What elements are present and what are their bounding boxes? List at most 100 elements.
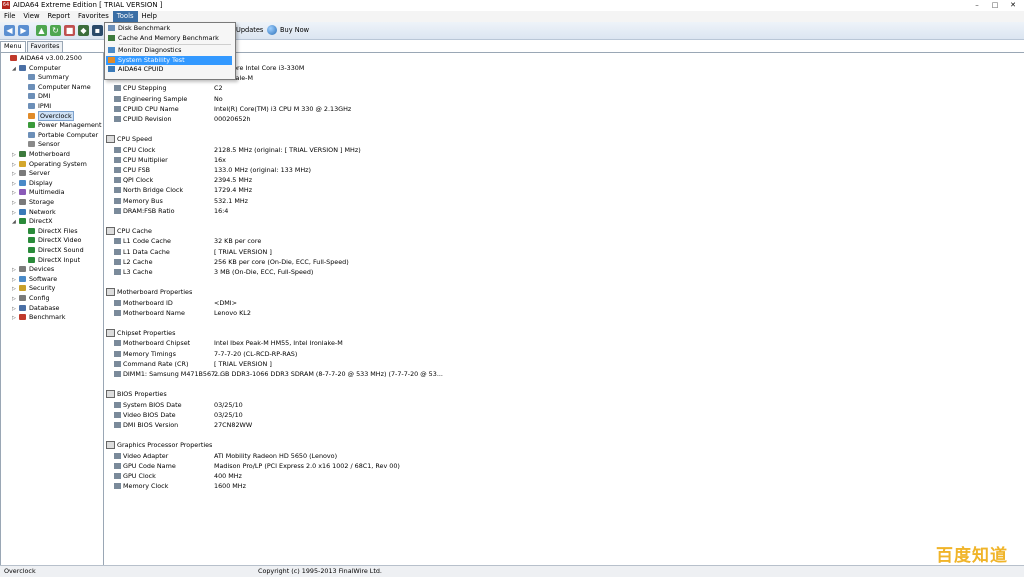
menu-item-label: Cache And Memory Benchmark [118, 33, 219, 42]
property-row[interactable]: System BIOS Date 03/25/10 [114, 401, 243, 410]
property-field: Memory Bus [123, 196, 163, 205]
tree-item-directx[interactable]: ◢ DirectX [12, 217, 53, 227]
updates-button[interactable]: Updates [236, 25, 263, 36]
buy-now-button[interactable]: Buy Now [280, 25, 309, 36]
property-row[interactable]: GPU Code Name Madison Pro/LP (PCI Express… [114, 462, 400, 471]
property-row[interactable]: L1 Data Cache [ TRIAL VERSION ] [114, 248, 272, 257]
property-row[interactable]: DRAM:FSB Ratio 16:4 [114, 207, 228, 216]
expand-toggle-icon[interactable]: ◢ [12, 218, 19, 228]
tree-node-icon [19, 314, 26, 321]
tree-item-dmi[interactable]: DMI [21, 92, 50, 102]
property-icon [114, 146, 121, 153]
expand-toggle-icon[interactable]: ▷ [12, 314, 19, 324]
tree-item-directx-input[interactable]: DirectX Input [21, 256, 80, 266]
property-row[interactable]: GPU Clock 400 MHz [114, 472, 242, 481]
tab-menu[interactable]: Menu [0, 41, 26, 52]
tree-item-label: Multimedia [29, 188, 65, 197]
tree-item-directx-video[interactable]: DirectX Video [21, 236, 81, 246]
tree-item-label: Operating System [29, 159, 87, 168]
driver-update-icon[interactable]: ▪ [92, 25, 103, 36]
tree-item-portable-computer[interactable]: Portable Computer [21, 131, 98, 141]
menu-view[interactable]: View [19, 11, 43, 22]
menu-item-monitor-diagnostics[interactable]: Monitor Diagnostics [106, 46, 232, 56]
menu-item-disk-benchmark[interactable]: Disk Benchmark [106, 24, 232, 34]
property-row[interactable]: Command Rate (CR) [ TRIAL VERSION ] [114, 360, 272, 369]
tree-item-devices[interactable]: ▷ Devices [12, 265, 54, 275]
property-row[interactable]: North Bridge Clock 1729.4 MHz [114, 186, 252, 195]
tree-item-directx-files[interactable]: DirectX Files [21, 227, 78, 237]
menu-report[interactable]: Report [44, 11, 75, 22]
bios-update-icon[interactable]: ◆ [78, 25, 89, 36]
up-arrow-icon[interactable]: ▲ [36, 25, 47, 36]
property-row[interactable]: Video Adapter ATI Mobility Radeon HD 5650… [114, 452, 337, 461]
tree-item-config[interactable]: ▷ Config [12, 294, 50, 304]
property-row[interactable]: Motherboard ID <DMI> [114, 299, 237, 308]
menu-item-aida64-cpuid[interactable]: AIDA64 CPUID [106, 65, 232, 75]
property-row[interactable]: DIMM1: Samsung M471B567... 2 GB DDR3-1066… [114, 370, 443, 379]
tree-item-server[interactable]: ▷ Server [12, 169, 50, 179]
tree-item-computer-name[interactable]: Computer Name [21, 83, 91, 93]
maximize-button[interactable]: □ [986, 0, 1004, 10]
menu-tools[interactable]: Tools [112, 11, 138, 22]
tree-item-software[interactable]: ▷ Software [12, 275, 57, 285]
tree-item-database[interactable]: ▷ Database [12, 304, 60, 314]
tree-item-summary[interactable]: Summary [21, 73, 69, 83]
tree-item-operating-system[interactable]: ▷ Operating System [12, 160, 87, 170]
tree-item-label: Security [29, 284, 56, 293]
close-button[interactable]: ✕ [1004, 0, 1022, 10]
tree-item-directx-sound[interactable]: DirectX Sound [21, 246, 84, 256]
property-row[interactable]: CPU Multiplier 16x [114, 156, 226, 165]
property-row[interactable]: CPU Stepping C2 [114, 84, 223, 93]
refresh-icon[interactable]: ↻ [50, 25, 61, 36]
tree-node-icon [28, 247, 35, 253]
property-row[interactable]: CPUID Revision 00020652h [114, 115, 251, 124]
property-row[interactable]: Memory Clock 1600 MHz [114, 482, 246, 491]
section-title-text: Chipset Properties [117, 329, 176, 338]
tree-item-security[interactable]: ▷ Security [12, 284, 55, 294]
menu-help[interactable]: Help [138, 11, 162, 22]
forward-arrow-icon[interactable]: ▶ [18, 25, 29, 36]
tree-item-aida64-v3-00-2500[interactable]: AIDA64 v3.00.2500 [3, 54, 82, 64]
property-row[interactable]: CPUID CPU Name Intel(R) Core(TM) i3 CPU M… [114, 105, 351, 114]
tree-item-network[interactable]: ▷ Network [12, 208, 56, 218]
tree-item-benchmark[interactable]: ▷ Benchmark [12, 313, 65, 323]
property-row[interactable]: Memory Timings 7-7-7-20 (CL-RCD-RP-RAS) [114, 350, 297, 359]
tab-favorites[interactable]: Favorites [26, 41, 64, 52]
report-icon[interactable]: ■ [64, 25, 75, 36]
property-field: CPU Clock [123, 145, 156, 154]
tree-item-display[interactable]: ▷ Display [12, 179, 53, 189]
property-row[interactable]: DMI BIOS Version 27CN82WW [114, 421, 252, 430]
tree-item-multimedia[interactable]: ▷ Multimedia [12, 188, 65, 198]
property-row[interactable]: QPI Clock 2394.5 MHz [114, 176, 252, 185]
menu-file[interactable]: File [0, 11, 19, 22]
expand-toggle-icon[interactable]: ◢ [12, 65, 19, 75]
property-row[interactable]: Engineering Sample No [114, 95, 223, 104]
menu-item-label: Disk Benchmark [118, 24, 171, 32]
property-row[interactable]: CPU FSB 133.0 MHz (original: 133 MHz) [114, 166, 311, 175]
back-arrow-icon[interactable]: ◀ [4, 25, 15, 36]
property-icon [114, 462, 121, 469]
tree-item-power-management[interactable]: Power Management [21, 121, 101, 131]
menu-favorites[interactable]: Favorites [74, 11, 113, 22]
menu-item-system-stability-test[interactable]: System Stability Test [106, 55, 232, 66]
property-row[interactable]: L2 Cache 256 KB per core (On-Die, ECC, Fu… [114, 258, 349, 267]
property-row[interactable]: CPU Clock 2128.5 MHz (original: [ TRIAL V… [114, 145, 361, 155]
property-row[interactable]: Motherboard Name Lenovo KL2 [114, 309, 251, 318]
tree-item-overclock[interactable]: Overclock [21, 110, 74, 122]
menu-bar: File View Report Favorites Tools Help [0, 11, 1024, 22]
tree-item-computer[interactable]: ◢ Computer [12, 64, 61, 74]
sidebar-tabs: Menu Favorites [0, 41, 103, 52]
property-row[interactable]: Video BIOS Date 03/25/10 [114, 411, 243, 420]
menu-item-cache-and-memory-benchmark[interactable]: Cache And Memory Benchmark [106, 34, 232, 44]
property-row[interactable]: Memory Bus 532.1 MHz [114, 196, 248, 206]
tree-item-storage[interactable]: ▷ Storage [12, 198, 54, 208]
property-row[interactable]: Motherboard Chipset Intel Ibex Peak-M HM5… [114, 339, 343, 348]
property-row[interactable]: L3 Cache 3 MB (On-Die, ECC, Full-Speed) [114, 268, 313, 277]
tree-item-motherboard[interactable]: ▷ Motherboard [12, 150, 70, 160]
tree-item-sensor[interactable]: Sensor [21, 140, 60, 150]
tree-node-icon [28, 131, 35, 138]
section-title: Motherboard Properties [106, 288, 192, 297]
tree-node-icon [19, 285, 26, 292]
minimize-button[interactable]: – [968, 0, 986, 10]
property-row[interactable]: L1 Code Cache 32 KB per core [114, 237, 261, 246]
